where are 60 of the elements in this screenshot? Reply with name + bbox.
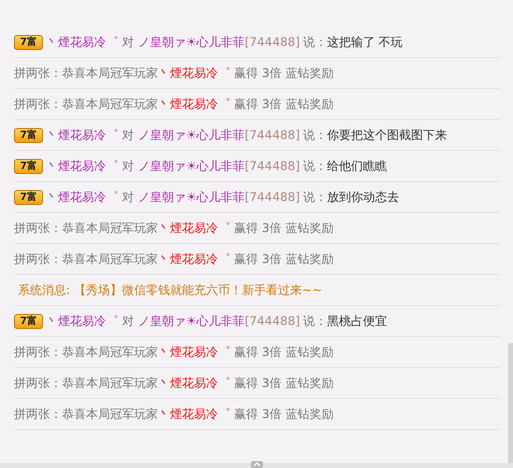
target-name: ノ皇朝ァ☀心儿非菲: [138, 188, 245, 206]
sender-name: 丶煙花易冷゜: [46, 126, 118, 144]
to-label: 对: [122, 34, 134, 50]
game-notice: 拼两张：恭喜本局冠军玩家: [14, 406, 158, 422]
to-label: 对: [122, 126, 134, 144]
reward-text: 赢得 3倍 蓝钻奖励: [234, 344, 334, 360]
user-id: [744488]: [244, 190, 300, 204]
caret-up-icon[interactable]: [251, 461, 263, 468]
user-id: [744488]: [244, 128, 300, 142]
rank-badge: 7富: [14, 314, 43, 328]
user-id: [744488]: [244, 314, 300, 328]
rank-badge: 7富: [14, 34, 43, 50]
winner-name: 丶煙花易冷゜: [158, 250, 230, 268]
winner-name: 丶煙花易冷゜: [158, 220, 230, 236]
system-label: 系统消息:: [18, 282, 70, 298]
system-message: 【秀场】微信零钱就能充六币！新手看过来~~: [74, 282, 322, 298]
winner-name: 丶煙花易冷゜: [158, 64, 230, 82]
winner-name: 丶煙花易冷゜: [158, 406, 230, 422]
reward-text: 赢得 3倍 蓝钻奖励: [234, 96, 334, 112]
chat-message: 放到你动态去: [326, 188, 399, 206]
says-label: 说：: [302, 158, 327, 174]
target-name: ノ皇朝ァ☀心儿非菲: [138, 126, 245, 144]
reward-text: 赢得 3倍 蓝钻奖励: [234, 220, 334, 236]
to-label: 对: [122, 188, 134, 206]
winner-name: 丶煙花易冷゜: [158, 96, 230, 112]
scrollbar[interactable]: [508, 343, 513, 463]
rank-badge: 7富: [14, 128, 43, 142]
game-notice: 拼两张：恭喜本局冠军玩家: [14, 344, 158, 360]
chat-message: 黑桃占便宜: [326, 312, 387, 330]
game-notice: 拼两张：恭喜本局冠军玩家: [14, 374, 158, 392]
reward-text: 赢得 3倍 蓝钻奖励: [234, 374, 334, 392]
sender-name: 丶煙花易冷゜: [46, 312, 118, 330]
chat-message: 这把输了 不玩: [326, 34, 403, 50]
rank-badge: 7富: [14, 190, 43, 204]
says-label: 说：: [302, 188, 327, 206]
target-name: ノ皇朝ァ☀心儿非菲: [138, 312, 245, 330]
chat-message: 给他们瞧瞧: [326, 158, 387, 174]
target-name: ノ皇朝ァ☀心儿非菲: [138, 34, 245, 50]
game-notice: 拼两张：恭喜本局冠军玩家: [14, 64, 158, 82]
to-label: 对: [122, 158, 134, 174]
winner-name: 丶煙花易冷゜: [158, 374, 230, 392]
game-notice: 拼两张：恭喜本局冠军玩家: [14, 220, 158, 236]
to-label: 对: [122, 312, 134, 330]
reward-text: 赢得 3倍 蓝钻奖励: [234, 64, 334, 82]
target-name: ノ皇朝ァ☀心儿非菲: [138, 158, 245, 174]
rank-badge: 7富: [14, 158, 43, 174]
chat-message: 你要把这个图截图下来: [326, 126, 447, 144]
sender-name: 丶煙花易冷゜: [46, 158, 118, 174]
says-label: 说：: [302, 34, 327, 50]
user-id: [744488]: [244, 35, 300, 49]
game-notice: 拼两张：恭喜本局冠军玩家: [14, 250, 158, 268]
user-id: [744488]: [244, 159, 300, 173]
reward-text: 赢得 3倍 蓝钻奖励: [234, 250, 334, 268]
game-notice: 拼两张：恭喜本局冠军玩家: [14, 96, 158, 112]
reward-text: 赢得 3倍 蓝钻奖励: [234, 406, 334, 422]
says-label: 说：: [302, 312, 327, 330]
winner-name: 丶煙花易冷゜: [158, 344, 230, 360]
sender-name: 丶煙花易冷゜: [46, 188, 118, 206]
says-label: 说：: [302, 126, 327, 144]
sender-name: 丶煙花易冷゜: [46, 34, 118, 50]
